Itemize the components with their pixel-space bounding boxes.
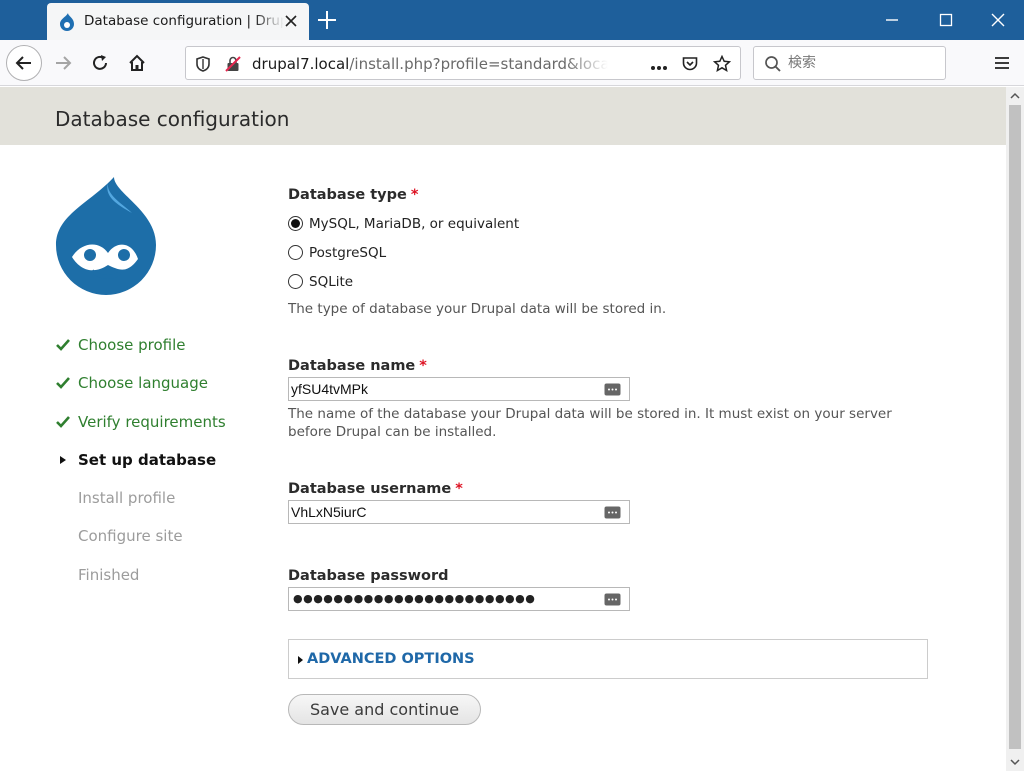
forward-arrow-icon (56, 56, 72, 70)
radio-postgresql[interactable] (288, 245, 303, 260)
scrollbar-thumb[interactable] (1009, 105, 1021, 749)
db-type-group: Database type * MySQL, MariaDB, or equiva… (288, 187, 928, 318)
password-manager-icon[interactable] (604, 506, 621, 519)
advanced-options-fieldset[interactable]: ADVANCED OPTIONS (288, 639, 928, 679)
install-steps: Choose profile Choose language Verify re… (55, 335, 226, 603)
radio-label: MySQL, MariaDB, or equivalent (309, 215, 520, 232)
radio-sqlite[interactable] (288, 274, 303, 289)
db-type-option-postgresql[interactable]: PostgreSQL (288, 238, 928, 267)
reload-button[interactable] (84, 47, 116, 79)
step-choose-profile: Choose profile (55, 335, 226, 373)
db-username-group: Database username * (288, 481, 928, 524)
maximize-icon[interactable] (938, 12, 954, 28)
minimize-icon[interactable] (884, 12, 900, 28)
required-marker: * (419, 358, 427, 374)
new-tab-icon[interactable] (316, 9, 338, 31)
reload-icon (93, 55, 107, 70)
back-arrow-icon (15, 56, 31, 70)
db-name-label: Database name * (288, 358, 427, 374)
db-name-group: Database name* The name of the database … (288, 358, 928, 441)
step-label: Set up database (78, 450, 217, 469)
scroll-up-icon[interactable] (1010, 91, 1020, 101)
db-password-field[interactable]: ●●●●●●●●●●●●●●●●●●●●●●●● (288, 587, 630, 611)
back-button[interactable] (6, 45, 42, 81)
db-username-label: Database username * (288, 481, 463, 497)
page-title: Database configuration (55, 107, 290, 131)
page-scrollbar[interactable] (1006, 87, 1024, 771)
step-label: Verify requirements (78, 412, 226, 431)
advanced-options-toggle[interactable]: ADVANCED OPTIONS (307, 651, 475, 667)
step-label: Configure site (78, 527, 183, 546)
db-name-description: The name of the database your Drupal dat… (288, 406, 892, 440)
db-type-description: The type of database your Drupal data wi… (288, 301, 667, 317)
db-username-input[interactable] (291, 503, 601, 521)
db-type-option-sqlite[interactable]: SQLite (288, 267, 928, 296)
db-password-masked[interactable]: ●●●●●●●●●●●●●●●●●●●●●●●● (293, 592, 535, 605)
step-label: Finished (78, 565, 140, 584)
step-choose-language: Choose language (55, 373, 226, 411)
db-name-input[interactable] (291, 380, 601, 398)
step-label: Choose language (78, 374, 208, 393)
url-bar[interactable]: drupal7.local/install.php?profile=standa… (185, 46, 741, 80)
url-text[interactable]: drupal7.local/install.php?profile=standa… (252, 55, 608, 73)
hamburger-menu-icon (995, 57, 1009, 69)
db-password-label: Database password (288, 568, 449, 584)
drupal-logo (56, 177, 156, 295)
radio-mysql[interactable] (288, 216, 303, 231)
required-marker: * (455, 481, 463, 497)
checkmark-icon (56, 377, 70, 390)
page-header: Database configuration (0, 87, 1006, 145)
pocket-icon[interactable] (681, 55, 699, 73)
search-icon (765, 56, 781, 72)
page-content: Database configuration Choose profile Ch… (0, 87, 1006, 771)
radio-label: SQLite (309, 273, 354, 290)
db-name-field[interactable] (288, 377, 630, 401)
password-manager-icon[interactable] (604, 383, 621, 396)
scroll-down-icon[interactable] (1010, 757, 1020, 767)
step-configure-site: Configure site (55, 526, 226, 564)
step-set-up-database: Set up database (55, 450, 226, 488)
bookmark-star-icon[interactable] (713, 55, 731, 73)
step-verify-requirements: Verify requirements (55, 412, 226, 450)
required-marker: * (410, 187, 419, 203)
tab-title: Database configuration | Drupal (84, 13, 284, 29)
password-manager-icon[interactable] (604, 593, 621, 606)
browser-tab[interactable]: Database configuration | Drupal (47, 3, 309, 40)
forward-button[interactable] (47, 47, 79, 79)
radio-label: PostgreSQL (309, 244, 387, 261)
close-tab-icon[interactable] (283, 13, 299, 29)
db-type-label: Database type * (288, 187, 419, 203)
db-username-field[interactable] (288, 500, 630, 524)
shield-icon[interactable] (194, 55, 212, 73)
search-bar[interactable] (753, 46, 946, 80)
drupal-favicon-icon (60, 13, 74, 31)
menu-button[interactable] (986, 47, 1018, 79)
checkmark-icon (56, 339, 70, 351)
tab-bar: Database configuration | Drupal (0, 0, 1024, 40)
save-and-continue-button[interactable]: Save and continue (288, 694, 481, 725)
step-label: Choose profile (78, 336, 186, 354)
insecure-lock-icon[interactable] (224, 55, 242, 73)
home-icon (129, 54, 145, 71)
db-type-option-mysql[interactable]: MySQL, MariaDB, or equivalent (288, 209, 928, 238)
expand-triangle-icon[interactable] (298, 656, 303, 664)
close-window-icon[interactable] (990, 12, 1006, 28)
home-button[interactable] (121, 47, 153, 79)
browser-window: Database configuration | Drupal drupal7.… (0, 0, 1024, 771)
db-password-group: Database password ●●●●●●●●●●●●●●●●●●●●●●… (288, 568, 928, 611)
nav-bar: drupal7.local/install.php?profile=standa… (0, 40, 1024, 86)
step-finished: Finished (55, 565, 226, 603)
checkmark-icon (56, 415, 70, 428)
database-form: Database type * MySQL, MariaDB, or equiva… (288, 187, 928, 611)
current-step-triangle-icon (60, 455, 66, 464)
step-install-profile: Install profile (55, 488, 226, 526)
search-input[interactable] (788, 53, 938, 73)
page-actions-icon[interactable] (650, 59, 668, 77)
step-label: Install profile (78, 489, 176, 508)
